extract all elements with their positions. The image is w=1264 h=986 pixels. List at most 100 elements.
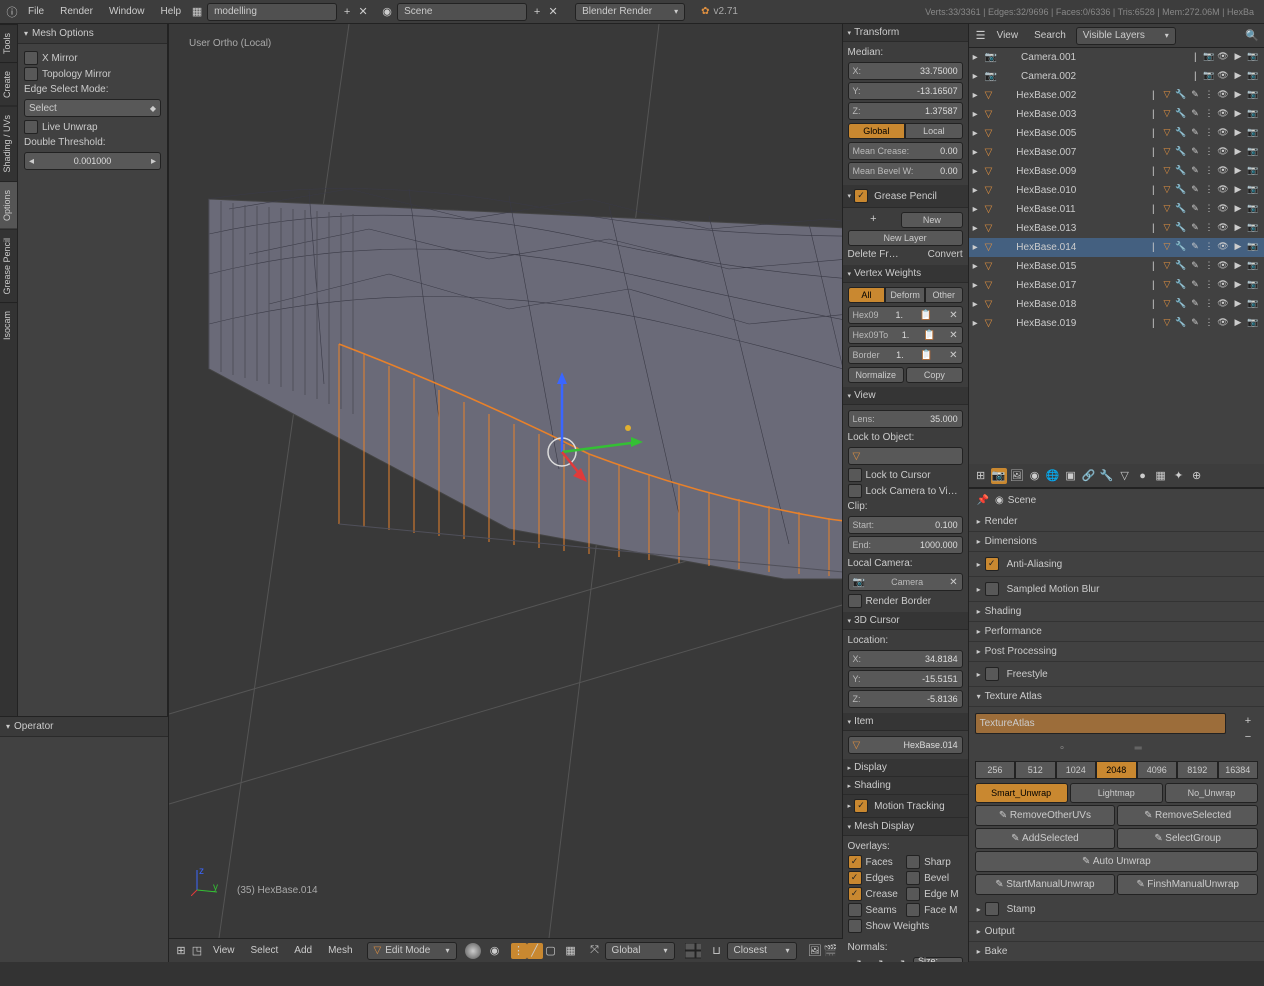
crease-checkbox[interactable]: Crease — [848, 886, 905, 902]
menu-select[interactable]: Select — [243, 945, 287, 956]
menu-view[interactable]: View — [205, 945, 243, 956]
transform-header[interactable]: Transform — [843, 24, 968, 42]
menu-help[interactable]: Help — [153, 6, 190, 17]
texture-atlas-section[interactable]: Texture Atlas — [969, 687, 1264, 707]
vw-deform[interactable]: Deform — [885, 287, 925, 303]
render-border-checkbox[interactable]: Render Border — [848, 593, 963, 609]
motion-tracking-header[interactable]: Motion Tracking — [843, 795, 968, 818]
outliner-row[interactable]: ▸▽HexBase.017|▽🔧✎⋮👁▶📷 — [969, 276, 1264, 295]
size-16384[interactable]: 16384 — [1218, 761, 1258, 779]
start-manual-unwrap-button[interactable]: ✎ StartManualUnwrap — [975, 874, 1116, 895]
render-engine[interactable]: Blender Render▾ — [575, 3, 685, 21]
faces-checkbox[interactable]: Faces — [848, 854, 905, 870]
cursor-y[interactable]: Y:-15.5151 — [848, 670, 963, 688]
outliner-view[interactable]: View — [989, 30, 1027, 41]
edge-select-dropdown[interactable]: Select◆ — [24, 99, 161, 117]
performance-section[interactable]: Performance — [969, 622, 1264, 642]
vert-select-icon[interactable]: ⋮ — [511, 943, 527, 959]
auto-unwrap-button[interactable]: ✎ Auto Unwrap — [975, 851, 1258, 872]
texture-atlas-name[interactable]: TextureAtlas — [975, 713, 1226, 734]
outliner-filter[interactable]: Visible Layers▾ — [1076, 27, 1176, 45]
transform-x[interactable]: X:33.75000 — [848, 62, 963, 80]
show-weights-checkbox[interactable]: Show Weights — [848, 918, 963, 934]
scene-icon[interactable]: ◉ — [379, 4, 395, 20]
normal-v-icon[interactable]: ↗ — [848, 955, 868, 962]
menu-add[interactable]: Add — [286, 945, 320, 956]
unwrap-smart_unwrap[interactable]: Smart_Unwrap — [975, 783, 1068, 803]
outliner-row[interactable]: ▸▽HexBase.002|▽🔧✎⋮👁▶📷 — [969, 86, 1264, 105]
cursor-x[interactable]: X:34.8184 — [848, 650, 963, 668]
outliner-type-icon[interactable]: ☰ — [973, 28, 989, 44]
shading-section[interactable]: Shading — [969, 602, 1264, 622]
edge-select-icon[interactable]: ╱ — [527, 943, 543, 959]
outliner-row[interactable]: ▸📷Camera.002|📷👁▶📷 — [969, 67, 1264, 86]
face-select-icon[interactable]: ▢ — [543, 943, 559, 959]
outliner-row[interactable]: ▸▽HexBase.015|▽🔧✎⋮👁▶📷 — [969, 257, 1264, 276]
anti-aliasing-section[interactable]: Anti-Aliasing — [969, 552, 1264, 577]
tab-material-icon[interactable]: ● — [1135, 468, 1151, 484]
view-header[interactable]: View — [843, 387, 968, 405]
tab-particles-icon[interactable]: ✦ — [1171, 468, 1187, 484]
outliner-row[interactable]: ▸▽HexBase.003|▽🔧✎⋮👁▶📷 — [969, 105, 1264, 124]
transform-z[interactable]: Z:1.37587 — [848, 102, 963, 120]
lens-field[interactable]: Lens:35.000 — [848, 410, 963, 428]
editor-type-icon[interactable]: ⊞ — [173, 943, 189, 959]
mean-bevel[interactable]: Mean Bevel W:0.00 — [848, 162, 963, 180]
cursor-header[interactable]: 3D Cursor — [843, 612, 968, 630]
cursor-z[interactable]: Z:-5.8136 — [848, 690, 963, 708]
select-group-button[interactable]: ✎ SelectGroup — [1117, 828, 1258, 849]
pin-icon[interactable]: 📌 — [977, 495, 989, 506]
manipulator-icon[interactable]: ⤧ — [587, 943, 603, 959]
seams-checkbox[interactable]: Seams — [848, 902, 905, 918]
close-scene-icon[interactable]: ✕ — [545, 4, 561, 20]
size-4096[interactable]: 4096 — [1137, 761, 1177, 779]
output-section[interactable]: Output — [969, 922, 1264, 942]
vw-hex09to[interactable]: Hex09To1.📋✕ — [848, 326, 963, 344]
gp-new[interactable]: New — [901, 212, 963, 228]
info-icon[interactable]: ⓘ — [4, 4, 20, 20]
snap-dropdown[interactable]: Closest▾ — [727, 942, 797, 960]
lock-object-field[interactable]: ▽ — [848, 447, 963, 465]
tab-options[interactable]: Options — [0, 181, 17, 229]
outliner-row[interactable]: ▸▽HexBase.018|▽🔧✎⋮👁▶📷 — [969, 295, 1264, 314]
clip-end[interactable]: End:1000.000 — [848, 536, 963, 554]
transform-y[interactable]: Y:-13.16507 — [848, 82, 963, 100]
orientation-dropdown[interactable]: Global▾ — [605, 942, 675, 960]
outliner-row[interactable]: ▸▽HexBase.011|▽🔧✎⋮👁▶📷 — [969, 200, 1264, 219]
shading-sphere-icon[interactable] — [465, 943, 481, 959]
tab-modifiers-icon[interactable]: 🔧 — [1099, 468, 1115, 484]
freestyle-section[interactable]: Freestyle — [969, 662, 1264, 687]
bake-section[interactable]: Bake — [969, 942, 1264, 962]
outliner-row[interactable]: ▸▽HexBase.019|▽🔧✎⋮👁▶📷 — [969, 314, 1264, 333]
tab-create[interactable]: Create — [0, 62, 17, 106]
outliner-row[interactable]: ▸▽HexBase.013|▽🔧✎⋮👁▶📷 — [969, 219, 1264, 238]
render-section[interactable]: Render — [969, 512, 1264, 532]
dimensions-section[interactable]: Dimensions — [969, 532, 1264, 552]
remove-selected-button[interactable]: ✎ RemoveSelected — [1117, 805, 1258, 826]
tab-data-icon[interactable]: ▽ — [1117, 468, 1133, 484]
facem-checkbox[interactable]: Face M — [906, 902, 963, 918]
vw-all[interactable]: All — [848, 287, 886, 303]
matcap-icon[interactable]: ◉ — [487, 943, 503, 959]
local-camera-field[interactable]: 📷Camera✕ — [848, 573, 963, 591]
sharp-checkbox[interactable]: Sharp — [906, 854, 963, 870]
add-layout-icon[interactable]: + — [339, 4, 355, 20]
finish-manual-unwrap-button[interactable]: ✎ FinshManualUnwrap — [1117, 874, 1258, 895]
mesh-display-header[interactable]: Mesh Display — [843, 818, 968, 836]
outliner-search[interactable]: Search — [1026, 30, 1074, 41]
vw-other[interactable]: Other — [925, 287, 963, 303]
outliner-row[interactable]: ▸▽HexBase.014|▽🔧✎⋮👁▶📷 — [969, 238, 1264, 257]
unwrap-no_unwrap[interactable]: No_Unwrap — [1165, 783, 1258, 803]
size-512[interactable]: 512 — [1015, 761, 1055, 779]
add-icon[interactable]: + — [848, 211, 900, 227]
vertex-weights-header[interactable]: Vertex Weights — [843, 265, 968, 283]
search-icon[interactable]: 🔍 — [1244, 28, 1260, 44]
post-processing-section[interactable]: Post Processing — [969, 642, 1264, 662]
scene-field[interactable] — [397, 3, 527, 21]
outliner-list[interactable]: ▸📷Camera.001|📷👁▶📷▸📷Camera.002|📷👁▶📷▸▽HexB… — [969, 48, 1264, 464]
vw-hex09[interactable]: Hex091.📋✕ — [848, 306, 963, 324]
snap-magnet-icon[interactable]: ⊔ — [709, 943, 725, 959]
normal-size[interactable]: Size: 0.30 — [913, 957, 963, 962]
edgem-checkbox[interactable]: Edge M — [906, 886, 963, 902]
double-threshold-field[interactable]: ◂0.001000▸ — [24, 152, 161, 170]
